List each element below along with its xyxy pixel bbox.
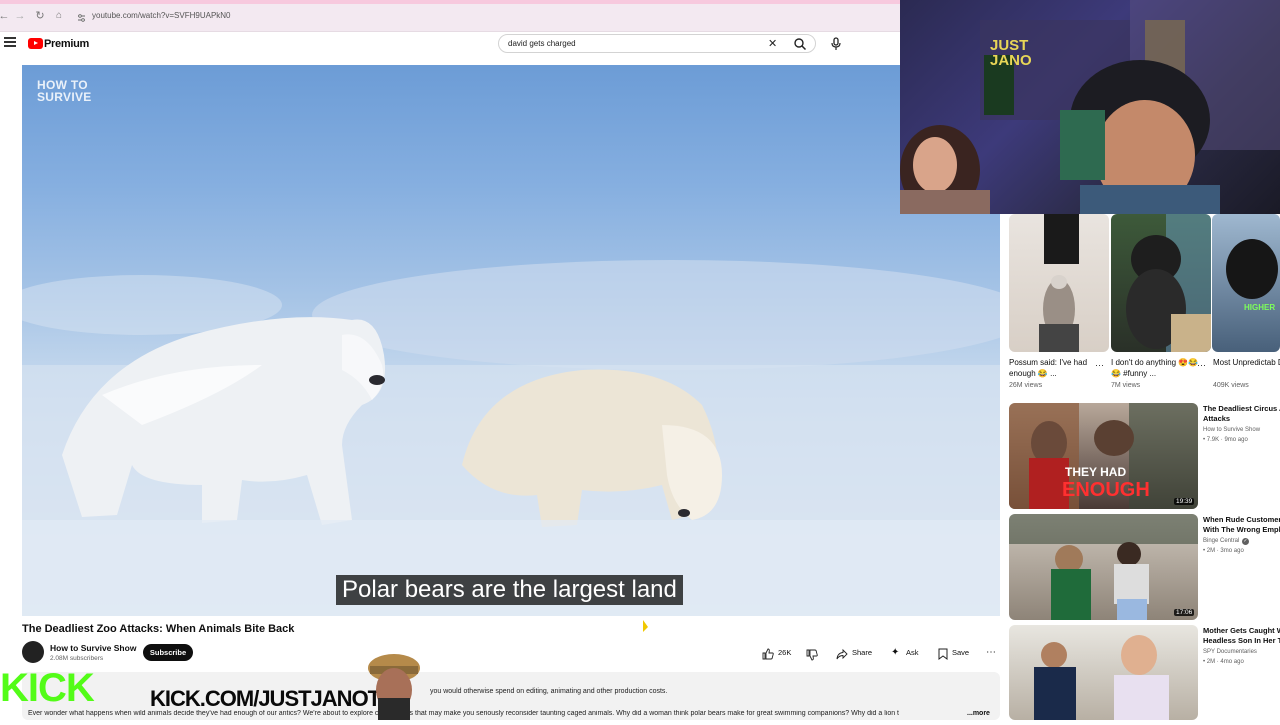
reload-icon[interactable]: ↻ (33, 9, 47, 23)
forward-arrow-icon[interactable]: → (13, 9, 27, 23)
verified-icon: ✓ (1242, 538, 1249, 545)
search-icon[interactable] (793, 37, 807, 51)
short-title[interactable]: Possum said: I've had enough 😂 ... (1009, 357, 1097, 379)
recommended-title-line-1[interactable]: When Rude Customers (1203, 515, 1280, 525)
back-arrow-icon[interactable]: ← (0, 9, 11, 23)
home-icon[interactable]: ⌂ (52, 9, 66, 23)
recommended-thumbnail[interactable]: THEY HAD ENOUGH 19:39 (1009, 403, 1198, 509)
dislike-icon[interactable] (806, 648, 818, 661)
logo-text[interactable]: Premium (44, 38, 89, 50)
kick-logo: KICK (0, 666, 95, 710)
thumbnail-text-line-2: ENOUGH (1062, 479, 1150, 501)
webcam-wall-sign: JUST JANO (990, 38, 1032, 68)
site-settings-icon[interactable] (77, 10, 86, 22)
short-thumbnail[interactable] (1009, 214, 1109, 352)
recommended-title-line-2[interactable]: Headless Son In Her T (1203, 636, 1280, 646)
more-actions-icon[interactable]: ⋯ (986, 647, 996, 659)
polar-bear-left (62, 317, 386, 525)
recommended-title-line-1[interactable]: Mother Gets Caught Wi (1203, 626, 1280, 636)
channel-avatar[interactable] (22, 641, 44, 663)
wall-sign-line-2: JANO (990, 52, 1032, 69)
video-duration: 17:06 (1174, 609, 1195, 616)
recommended-channel[interactable]: How to Survive Show (1203, 427, 1260, 433)
more-options-icon[interactable]: ⋯ (1197, 360, 1206, 371)
youtube-logo-icon[interactable] (28, 38, 43, 49)
recommended-channel[interactable]: Binge Central (1203, 538, 1239, 544)
kick-channel-url: KICK.COM/JUSTJANOTV (150, 686, 395, 711)
short-title[interactable]: Most Unpredictab Dog Breeds 😱 ... (1213, 357, 1280, 368)
mouse-cursor (643, 620, 648, 632)
subscriber-count: 2.08M subscribers (50, 655, 104, 662)
video-duration: 19:39 (1174, 498, 1195, 505)
webcam-overlay (900, 0, 1280, 214)
recommended-channel[interactable]: SPY Documentaries (1203, 649, 1257, 655)
subscribe-button[interactable]: Subscribe (143, 644, 193, 661)
channel-watermark: HOW TO SURVIVE (37, 79, 92, 103)
video-title: The Deadliest Zoo Attacks: When Animals … (22, 623, 295, 635)
wall-sign-line-1: JUST (990, 37, 1029, 54)
video-player[interactable] (22, 65, 1000, 616)
recommended-title-line-2[interactable]: Attacks (1203, 414, 1280, 424)
ask-sparkle-icon[interactable]: ✦ (891, 647, 903, 659)
save-icon[interactable] (938, 647, 948, 660)
recommended-thumbnail[interactable]: 17:06 (1009, 514, 1198, 620)
short-title[interactable]: I don't do anything 😍😂😂 #funny ... (1111, 357, 1199, 379)
video-subtitle: Polar bears are the largest land (336, 575, 683, 605)
recommended-meta: • 2M · 3mo ago (1203, 548, 1244, 554)
thumbnail-text-line-1: THEY HAD (1065, 465, 1127, 479)
short-views: 26M views (1009, 382, 1043, 389)
short-thumbnail[interactable]: HIGHER (1212, 214, 1280, 352)
recommended-title-line-2[interactable]: With The Wrong Employ (1203, 525, 1280, 535)
recommended-title-line-1[interactable]: The Deadliest Circus An (1203, 404, 1280, 414)
like-icon[interactable] (762, 647, 774, 660)
clear-search-icon[interactable]: ✕ (768, 37, 777, 50)
short-thumbnail[interactable] (1111, 214, 1211, 352)
recommended-thumbnail[interactable] (1009, 625, 1198, 720)
show-more-link[interactable]: ...more (967, 710, 990, 717)
recommended-meta: • 7.9K · 9mo ago (1203, 437, 1248, 443)
ask-button[interactable]: Ask (906, 644, 919, 661)
save-button[interactable]: Save (952, 644, 969, 661)
channel-name[interactable]: How to Survive Show (50, 643, 136, 653)
like-count[interactable]: 26K (778, 644, 791, 661)
search-input[interactable]: david gets charged (508, 39, 576, 48)
svg-text:HIGHER: HIGHER (1244, 303, 1275, 312)
streamer-avatar (364, 648, 424, 720)
address-bar-url[interactable]: youtube.com/watch?v=SVFH9UAPkN0 (92, 11, 231, 20)
description-line-1: you would otherwise spend on editing, an… (430, 688, 668, 695)
watermark-line-2: SURVIVE (37, 90, 92, 104)
more-options-icon[interactable]: ⋯ (1095, 360, 1104, 371)
menu-icon[interactable] (4, 37, 16, 49)
short-views: 409K views (1213, 382, 1249, 389)
share-button[interactable]: Share (852, 644, 872, 661)
microphone-icon[interactable] (830, 37, 842, 51)
recommended-meta: • 2M · 4mo ago (1203, 659, 1244, 665)
browser-tab-strip (0, 0, 900, 4)
short-views: 7M views (1111, 382, 1141, 389)
share-icon[interactable] (836, 647, 848, 660)
